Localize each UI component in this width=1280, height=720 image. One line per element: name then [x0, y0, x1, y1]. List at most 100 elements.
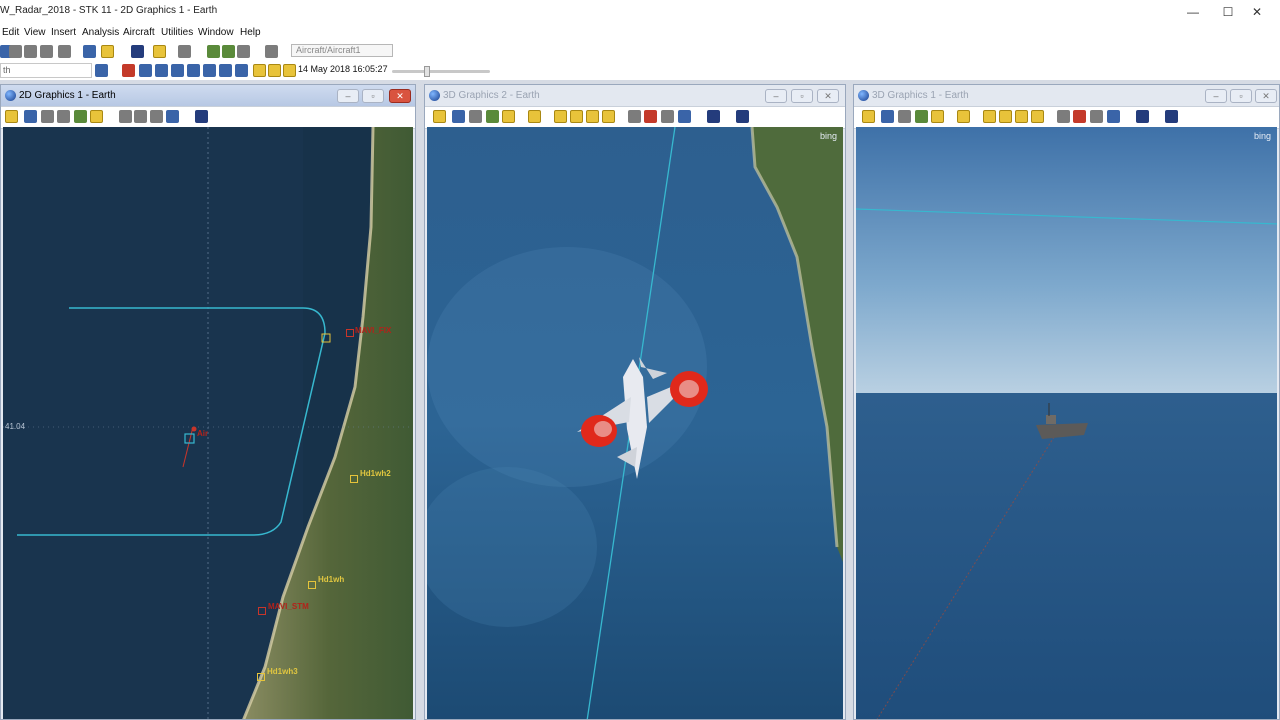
window-3d-graphics-2[interactable]: 3D Graphics 2 - Earth – ▫ ✕ bing	[424, 84, 846, 720]
step-back-icon[interactable]	[139, 64, 152, 77]
map-2d-canvas[interactable]	[3, 127, 413, 719]
copy-icon[interactable]	[58, 45, 71, 58]
map-2d-view[interactable]: 41.04 Air MAVI_FIX Hd1wh2 Hd1wh MAVI_STM…	[3, 127, 413, 719]
window-3d-graphics-1[interactable]: 3D Graphics 1 - Earth – ▫ ✕ bing	[853, 84, 1280, 720]
save-image-icon[interactable]	[661, 110, 674, 123]
view-from-icon[interactable]	[528, 110, 541, 123]
record-icon[interactable]	[134, 110, 147, 123]
orbit-view-icon[interactable]	[602, 110, 615, 123]
window-minimize-button[interactable]: –	[1205, 89, 1227, 103]
menu-insert[interactable]: Insert	[51, 27, 76, 38]
menu-edit[interactable]: Edit	[2, 27, 19, 38]
pencil-icon[interactable]	[644, 110, 657, 123]
map-icon[interactable]	[915, 110, 928, 123]
orbit-view-icon[interactable]	[1031, 110, 1044, 123]
realtime-icon[interactable]	[253, 64, 266, 77]
menu-analysis[interactable]: Analysis	[82, 27, 119, 38]
window-close-button[interactable]: ✕	[389, 89, 411, 103]
settings-gear-icon[interactable]	[95, 64, 108, 77]
label-icon[interactable]	[502, 110, 515, 123]
chain-icon[interactable]	[178, 45, 191, 58]
globe-3d-view-chase[interactable]: bing	[427, 127, 843, 719]
menu-help[interactable]: Help	[240, 27, 261, 38]
reset-animation-icon[interactable]	[122, 64, 135, 77]
overlay-icon[interactable]	[707, 110, 720, 123]
home-view-icon[interactable]	[554, 110, 567, 123]
view-from-icon[interactable]	[957, 110, 970, 123]
snapshot-icon[interactable]	[150, 110, 163, 123]
zoom-icon[interactable]	[898, 110, 911, 123]
properties-icon[interactable]	[24, 45, 37, 58]
north-view-icon[interactable]	[999, 110, 1012, 123]
globe-settings-icon[interactable]	[166, 110, 179, 123]
window-restore-button[interactable]: ▫	[1230, 89, 1252, 103]
decrease-step-icon[interactable]	[219, 64, 232, 77]
window-caption[interactable]: 3D Graphics 2 - Earth – ▫ ✕	[425, 85, 845, 106]
close-button[interactable]: ✕	[1234, 0, 1280, 24]
measure-icon[interactable]	[1057, 110, 1070, 123]
save-image-icon[interactable]	[1090, 110, 1103, 123]
coverage-icon[interactable]	[222, 45, 235, 58]
clock-icon[interactable]	[283, 64, 296, 77]
overlay-icon[interactable]	[1136, 110, 1149, 123]
menu-window[interactable]: Window	[198, 27, 234, 38]
globe-3d-canvas[interactable]	[856, 127, 1277, 719]
pause-icon[interactable]	[171, 64, 184, 77]
window-restore-button[interactable]: ▫	[791, 89, 813, 103]
search-input[interactable]: th	[0, 63, 92, 78]
globe-3d-view-horizon[interactable]: bing	[856, 127, 1277, 719]
window-caption[interactable]: 3D Graphics 1 - Earth – ▫ ✕	[854, 85, 1279, 106]
facility-marker[interactable]	[258, 607, 266, 615]
target-marker[interactable]	[308, 581, 316, 589]
print-setup-icon[interactable]	[40, 45, 53, 58]
time-slider[interactable]	[392, 66, 490, 77]
north-view-icon[interactable]	[570, 110, 583, 123]
globe-3d-canvas[interactable]	[427, 127, 843, 719]
menu-utilities[interactable]: Utilities	[161, 27, 193, 38]
zoom-icon[interactable]	[469, 110, 482, 123]
facility-marker[interactable]	[346, 329, 354, 337]
access-icon[interactable]	[153, 45, 166, 58]
window-minimize-button[interactable]: –	[765, 89, 787, 103]
save-image-icon[interactable]	[119, 110, 132, 123]
globe-settings-icon[interactable]	[1107, 110, 1120, 123]
window-minimize-button[interactable]: –	[337, 89, 359, 103]
pan-hand-icon[interactable]	[881, 110, 894, 123]
annotation-icon[interactable]	[1165, 110, 1178, 123]
label-icon[interactable]	[931, 110, 944, 123]
graph-icon[interactable]	[207, 45, 220, 58]
insert-object-icon[interactable]	[131, 45, 144, 58]
zoom-icon[interactable]	[265, 45, 278, 58]
reset-view-icon[interactable]	[237, 45, 250, 58]
label-icon[interactable]	[90, 110, 103, 123]
print-icon[interactable]	[83, 45, 96, 58]
target-marker[interactable]	[350, 475, 358, 483]
map-icon[interactable]	[486, 110, 499, 123]
save-icon[interactable]	[9, 45, 22, 58]
top-view-icon[interactable]	[1015, 110, 1028, 123]
menu-view[interactable]: View	[24, 27, 46, 38]
zoom-out-icon[interactable]	[57, 110, 70, 123]
play-icon[interactable]	[187, 64, 200, 77]
increase-step-icon[interactable]	[235, 64, 248, 77]
measure-icon[interactable]	[628, 110, 641, 123]
window-close-button[interactable]: ✕	[817, 89, 839, 103]
window-caption[interactable]: 2D Graphics 1 - Earth – ▫ ✕	[1, 85, 415, 106]
time-slider-thumb[interactable]	[424, 66, 430, 77]
properties-icon[interactable]	[862, 110, 875, 123]
overlay-icon[interactable]	[195, 110, 208, 123]
xrealtime-icon[interactable]	[268, 64, 281, 77]
top-view-icon[interactable]	[586, 110, 599, 123]
report-icon[interactable]	[101, 45, 114, 58]
properties-icon[interactable]	[5, 110, 18, 123]
target-marker[interactable]	[257, 673, 265, 681]
window-2d-graphics-1[interactable]: 2D Graphics 1 - Earth – ▫ ✕ 41.04 Air MA…	[0, 84, 416, 720]
map-icon[interactable]	[74, 110, 87, 123]
home-view-icon[interactable]	[983, 110, 996, 123]
pan-hand-icon[interactable]	[24, 110, 37, 123]
step-forward-icon[interactable]	[203, 64, 216, 77]
window-close-button[interactable]: ✕	[1255, 89, 1277, 103]
object-selector-combo[interactable]: Aircraft/Aircraft1	[291, 44, 393, 57]
zoom-in-icon[interactable]	[41, 110, 54, 123]
play-reverse-icon[interactable]	[155, 64, 168, 77]
